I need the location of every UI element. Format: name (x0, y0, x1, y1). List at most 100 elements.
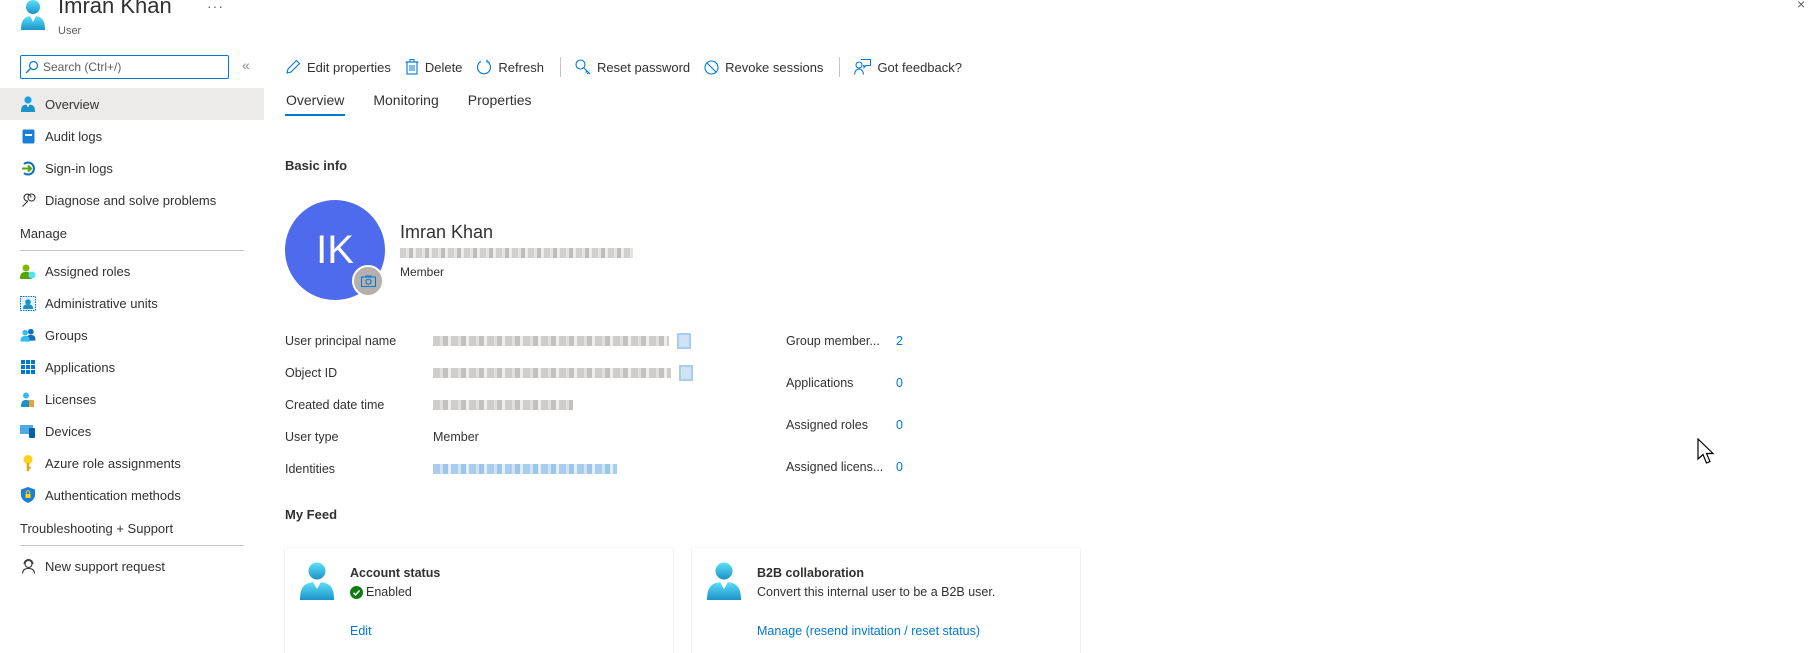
object-id-redacted (433, 368, 671, 378)
command-bar: Edit properties Delete Refresh Reset pas… (285, 55, 976, 79)
copy-icon[interactable] (679, 365, 693, 381)
user-principal-name-redacted (433, 336, 669, 346)
property-label: Object ID (285, 366, 338, 380)
toolbar-separator (839, 57, 841, 77)
sidebar-item-label: Devices (45, 423, 92, 439)
sidebar-item-diagnose[interactable]: Diagnose and solve problems (0, 184, 264, 216)
status-text: Enabled (366, 585, 412, 599)
block-icon (704, 59, 719, 75)
tab-monitoring[interactable]: Monitoring (372, 92, 439, 116)
stat-label: Assigned licens... (786, 460, 884, 474)
identities-link-redacted[interactable] (433, 464, 617, 474)
sidebar-item-label: Azure role assignments (45, 455, 181, 471)
sidebar-item-applications[interactable]: Applications (0, 351, 264, 383)
card-title: Account status (350, 566, 441, 580)
sidebar-item-devices[interactable]: Devices (0, 415, 264, 447)
property-label: Identities (285, 462, 336, 476)
user-icon (21, 0, 45, 30)
assigned-roles-icon (20, 263, 36, 279)
account-status-card: Account status Enabled Edit (285, 548, 673, 653)
sidebar-item-audit-logs[interactable]: Audit logs (0, 120, 264, 152)
change-photo-button[interactable] (352, 265, 384, 297)
user-role: Member (400, 265, 445, 279)
applications-link[interactable]: 0 (896, 376, 903, 390)
stat-label: Applications (786, 376, 854, 390)
collapse-sidebar-button[interactable]: « (242, 57, 250, 73)
copy-icon[interactable] (677, 333, 691, 349)
manage-b2b-link[interactable]: Manage (resend invitation / reset status… (757, 624, 980, 638)
feedback-icon (854, 59, 872, 75)
tab-bar: Overview Monitoring Properties (285, 92, 560, 116)
sidebar-item-assigned-roles[interactable]: Assigned roles (0, 255, 264, 287)
refresh-button[interactable]: Refresh (476, 55, 544, 79)
b2b-collaboration-card: B2B collaboration Convert this internal … (692, 548, 1080, 653)
sidebar-item-licenses[interactable]: Licenses (0, 383, 264, 415)
user-icon (707, 562, 741, 600)
sidebar-item-label: Administrative units (45, 295, 158, 311)
reset-password-button[interactable]: Reset password (575, 55, 690, 79)
more-options-button[interactable]: ··· (207, 0, 224, 14)
tab-properties[interactable]: Properties (467, 92, 533, 116)
sidebar-item-authentication-methods[interactable]: Authentication methods (0, 479, 264, 511)
pencil-icon (286, 59, 301, 74)
manage-section-title: Manage (20, 226, 67, 241)
sidebar-item-overview[interactable]: Overview (0, 88, 264, 120)
stat-row: Applications 0 (786, 367, 903, 409)
stat-row: Assigned licens... 0 (786, 451, 903, 493)
refresh-icon (477, 59, 492, 75)
search-input[interactable] (43, 60, 223, 74)
page-header: Imran Khan User ··· × (0, 0, 1811, 44)
sidebar-item-groups[interactable]: Groups (0, 319, 264, 351)
feedback-label: Got feedback? (877, 59, 962, 75)
edit-account-status-link[interactable]: Edit (350, 624, 372, 638)
assigned-licenses-link[interactable]: 0 (896, 460, 903, 474)
revoke-sessions-button[interactable]: Revoke sessions (704, 55, 823, 79)
stat-label: Assigned roles (786, 418, 868, 432)
search-icon (25, 60, 39, 74)
sidebar-item-label: Diagnose and solve problems (45, 192, 217, 208)
property-row: Object ID (285, 357, 693, 389)
wrench-icon (20, 192, 36, 208)
delete-button[interactable]: Delete (405, 55, 463, 79)
key-search-icon (575, 59, 591, 75)
key-icon (20, 455, 36, 471)
feedback-button[interactable]: Got feedback? (854, 55, 962, 79)
property-label: User type (285, 430, 339, 444)
sidebar-item-administrative-units[interactable]: Administrative units (0, 287, 264, 319)
group-memberships-link[interactable]: 2 (896, 334, 903, 348)
trash-icon (405, 59, 419, 75)
property-row: User type Member (285, 421, 693, 453)
user-icon (300, 562, 334, 600)
user-display-name: Imran Khan (400, 222, 494, 242)
avatar-initials: IK (316, 227, 354, 272)
search-box[interactable] (20, 55, 229, 79)
sidebar-item-label: Sign-in logs (45, 160, 113, 176)
support-person-icon (20, 558, 36, 574)
user-icon (20, 96, 36, 112)
sidebar-item-label: Audit logs (45, 128, 103, 144)
licenses-icon (20, 391, 36, 407)
divider (20, 545, 244, 546)
sidebar-item-new-support-request[interactable]: New support request (0, 550, 264, 582)
close-button[interactable]: × (1797, 0, 1805, 12)
sidebar-nav: Overview Audit logs Sign-in logs Diagnos… (0, 88, 264, 582)
edit-properties-button[interactable]: Edit properties (285, 55, 391, 79)
sidebar-item-azure-role-assignments[interactable]: Azure role assignments (0, 447, 264, 479)
created-date-redacted (433, 400, 573, 410)
delete-label: Delete (424, 59, 463, 75)
property-row: Created date time (285, 389, 693, 421)
tab-overview[interactable]: Overview (285, 92, 346, 116)
sidebar-item-sign-in-logs[interactable]: Sign-in logs (0, 152, 264, 184)
sidebar-item-label: Assigned roles (45, 263, 131, 279)
admin-units-icon (20, 295, 36, 311)
property-row: User principal name (285, 325, 693, 357)
card-title: B2B collaboration (757, 566, 864, 580)
divider (20, 250, 244, 251)
devices-icon (20, 423, 36, 439)
mouse-cursor-icon (1697, 438, 1715, 464)
camera-icon (360, 275, 376, 287)
sidebar-item-label: Overview (45, 96, 100, 112)
sidebar-item-label: Groups (45, 327, 88, 343)
assigned-roles-link[interactable]: 0 (896, 418, 903, 432)
shield-lock-icon (20, 487, 36, 503)
